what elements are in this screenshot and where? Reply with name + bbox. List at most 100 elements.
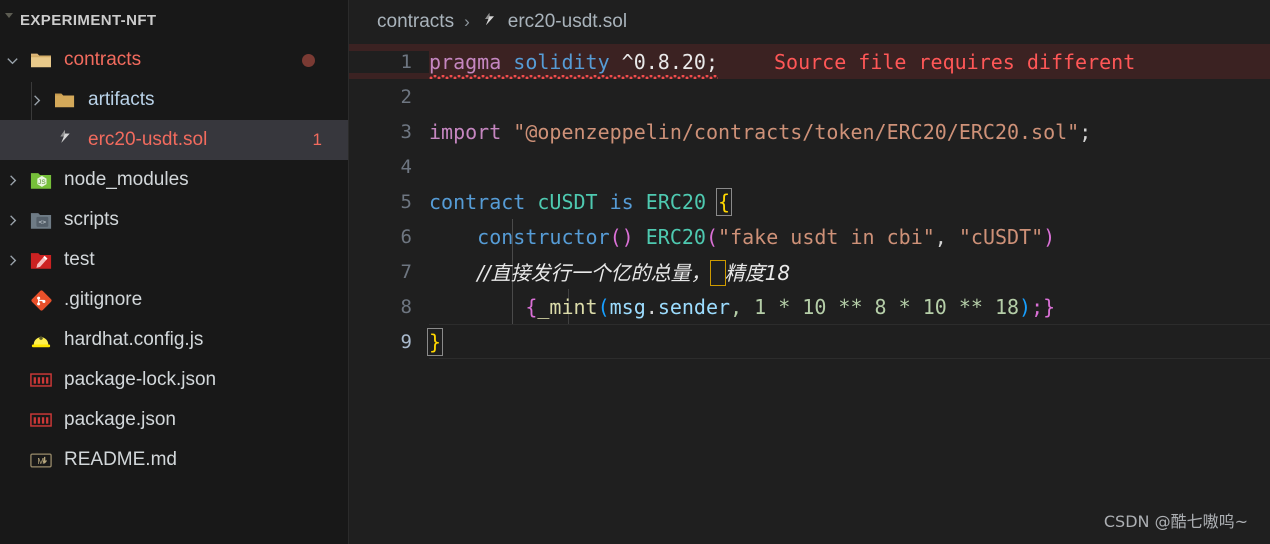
unicode-highlight-box [709,260,726,286]
line-number: 7 [400,260,412,283]
hardhat-icon [24,330,58,350]
code-content[interactable]: 1 pragma solidity ^0.8.20; Source file re… [349,44,1270,544]
code-line[interactable]: 8 {_mint(msg.sender, 1 * 10 ** 8 * 10 **… [349,289,1270,324]
line-content[interactable]: } [426,327,444,356]
code-line[interactable]: 3 import "@openzeppelin/contracts/token/… [349,114,1270,149]
folder-open-icon [24,50,58,70]
line-number: 1 [349,50,429,73]
chevron-down-icon[interactable] [0,53,24,68]
token-ctor-parens: () [609,224,634,249]
tree-item-contracts[interactable]: contracts [0,40,348,80]
chevron-right-icon[interactable] [24,93,48,108]
token-dot: . [645,294,658,319]
token-paren-open: ( [597,294,610,319]
token-constructor: constructor [477,224,610,249]
token-comma: , [934,224,959,249]
file-tree: contracts artifacts erc20-usdt.sol 1 JS … [0,40,348,480]
solidity-file-icon [48,129,82,151]
tree-item-package-json[interactable]: package.json [0,400,348,440]
token-version: ^0.8.20; [621,49,718,74]
line-number: 5 [400,190,412,213]
git-icon [24,289,58,311]
tree-item-erc20-usdt-sol[interactable]: erc20-usdt.sol 1 [0,120,348,160]
code-line[interactable]: 1 pragma solidity ^0.8.20; Source file re… [349,44,1270,79]
line-content[interactable]: contract cUSDT is ERC20 { [429,187,733,216]
code-line[interactable]: 2 [349,79,1270,114]
token-semicolon: ; [1079,119,1092,144]
chevron-right-icon: › [464,12,470,31]
code-line[interactable]: 9 } [349,324,1270,359]
token-erc20: ERC20 [645,224,706,249]
tree-item-label: package-lock.json [64,369,217,390]
line-number: 9 [400,330,412,353]
problem-count-badge: 1 [312,130,322,149]
tree-item-label: hardhat.config.js [64,329,204,350]
token-solidity: solidity [513,49,610,74]
line-number: 4 [400,155,412,178]
line-content[interactable]: {_mint(msg.sender, 1 * 10 ** 8 * 10 ** 1… [429,295,1055,319]
code-line[interactable]: 4 [349,149,1270,184]
token-paren-close: ) [1019,294,1032,319]
tree-item-hardhat-config[interactable]: hardhat.config.js [0,320,348,360]
token-pragma: pragma [429,49,502,74]
inline-error-message: Source file requires different [774,49,1136,74]
folder-icon [48,90,82,110]
tree-item-label: erc20-usdt.sol [88,129,208,150]
tree-item-test[interactable]: test [0,240,348,280]
line-content[interactable]: import "@openzeppelin/contracts/token/ER… [429,120,1091,144]
token-paren-open: ( [705,224,719,249]
breadcrumb-folder[interactable]: contracts [377,11,454,33]
tree-item-artifacts[interactable]: artifacts [0,80,348,120]
token-contract: contract [429,189,526,214]
line-content[interactable]: //直接发行一个亿的总量， 精度18 [429,257,790,286]
tree-item-scripts[interactable]: <> scripts [0,200,348,240]
token-token-name: "fake usdt in cbi" [718,224,935,249]
token-brace-open: { [525,294,538,319]
token-import: import [429,119,502,144]
token-line-end: ;} [1031,294,1056,319]
tree-item-label: node_modules [64,169,189,190]
chevron-right-icon[interactable] [0,213,24,228]
tree-item-label: contracts [64,49,142,70]
bracket-match-highlight: { [716,187,733,216]
code-editor: contracts › erc20-usdt.sol 1 pragma soli… [349,0,1270,544]
vscode-window: EXPERIMENT-NFT contracts artifacts erc20… [0,0,1270,544]
tree-item-node-modules[interactable]: JS node_modules [0,160,348,200]
chevron-right-icon[interactable] [0,253,24,268]
line-number: 3 [400,120,412,143]
tree-item-label: package.json [64,409,176,430]
line-content[interactable]: constructor() ERC20("fake usdt in cbi", … [429,225,1055,249]
token-msg: msg [609,294,646,319]
line-number: 6 [400,225,412,248]
code-line[interactable]: 5 contract cUSDT is ERC20 { [349,184,1270,219]
token-base-contract: ERC20 [645,189,706,214]
markdown-icon: M [24,452,58,468]
token-comment-tail: 精度18 [724,261,791,285]
line-content[interactable]: pragma solidity ^0.8.20; Source file requ… [429,50,1135,74]
token-token-symbol: "cUSDT" [958,224,1044,249]
chevron-right-icon[interactable] [0,173,24,188]
tree-item-label: test [64,249,95,270]
line-number: 2 [400,85,412,108]
solidity-file-icon [480,12,499,33]
scripts-folder-icon: <> [24,210,58,231]
explorer-title[interactable]: EXPERIMENT-NFT [0,0,348,40]
code-line[interactable]: 7 //直接发行一个亿的总量， 精度18 [349,254,1270,289]
svg-text:<>: <> [39,218,47,226]
tree-item-package-lock-json[interactable]: package-lock.json [0,360,348,400]
tree-item-readme-md[interactable]: M README.md [0,440,348,480]
token-contract-name: cUSDT [537,189,598,214]
line-number: 8 [400,295,412,318]
code-line[interactable]: 6 constructor() ERC20("fake usdt in cbi"… [349,219,1270,254]
token-amount-expression: , 1 * 10 ** 8 * 10 ** 18 [730,294,1020,319]
breadcrumb-file[interactable]: erc20-usdt.sol [508,11,627,33]
status-badge [302,53,315,67]
bracket-match-highlight: } [426,327,444,356]
tree-item-gitignore[interactable]: .gitignore [0,280,348,320]
token-sender: sender [657,294,731,319]
nodejs-folder-icon: JS [24,170,58,191]
tree-item-label: scripts [64,209,119,230]
npm-icon [24,413,58,427]
editor-tab-strip [349,0,649,3]
token-paren-close: ) [1043,224,1056,249]
